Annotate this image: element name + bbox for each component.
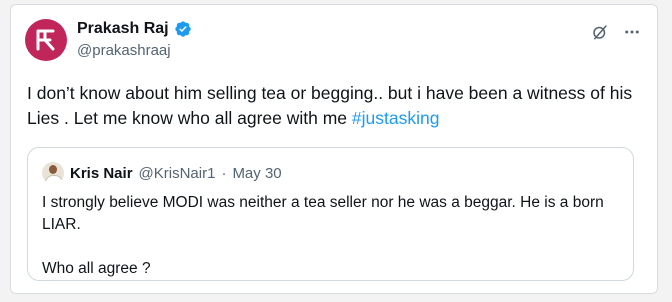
quoted-author-name[interactable]: Kris Nair: [70, 165, 133, 182]
more-options-icon[interactable]: [623, 23, 641, 41]
hashtag-link[interactable]: #justasking: [352, 108, 440, 128]
quoted-tweet-text: I strongly believe MODI was neither a te…: [42, 192, 622, 280]
tweet-text-main: I don’t know about him selling tea or be…: [27, 83, 633, 128]
author-avatar[interactable]: [25, 19, 67, 61]
tweet-actions-top: [591, 23, 641, 41]
prakash-raj-logo-icon: [36, 29, 55, 51]
quoted-text-line2: Who all agree ?: [42, 260, 151, 277]
grok-icon[interactable]: [591, 23, 609, 41]
author-handle[interactable]: @prakashraaj: [77, 42, 171, 59]
quoted-tweet-date[interactable]: May 30: [232, 165, 281, 182]
verified-badge-icon: [174, 20, 192, 38]
quoted-author-handle[interactable]: @KrisNair1: [139, 165, 216, 182]
author-display-name[interactable]: Prakash Raj: [77, 20, 169, 38]
tweet-body-text: I don’t know about him selling tea or be…: [27, 81, 647, 131]
meta-separator: ·: [221, 164, 227, 182]
author-name-row: Prakash Raj: [77, 20, 192, 38]
quoted-tweet-header: Kris Nair @KrisNair1 · May 30: [42, 162, 282, 184]
quoted-text-line1: I strongly believe MODI was neither a te…: [42, 194, 604, 233]
quoted-author-avatar[interactable]: [42, 162, 64, 184]
quoted-tweet[interactable]: Kris Nair @KrisNair1 · May 30 I strongly…: [27, 147, 634, 281]
tweet-card[interactable]: Prakash Raj @prakashraaj I don’t know ab…: [10, 4, 658, 294]
